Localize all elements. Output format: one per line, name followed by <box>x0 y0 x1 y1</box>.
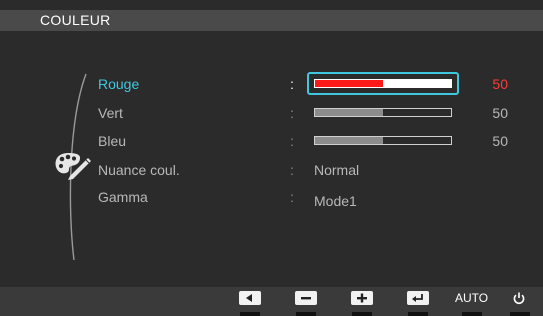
button-tick <box>510 312 530 316</box>
plus-icon <box>357 293 367 303</box>
minus-icon <box>301 297 311 300</box>
button-tick <box>352 312 372 316</box>
separator: : <box>290 105 294 121</box>
menu-item-label: Bleu <box>98 133 127 149</box>
green-level-slider[interactable] <box>314 108 452 117</box>
option-value: Normal <box>314 162 360 178</box>
auto-button[interactable]: AUTO <box>455 291 488 305</box>
separator: : <box>290 76 294 92</box>
separator: : <box>290 189 294 205</box>
menu-item-label: Vert <box>98 105 123 121</box>
plus-button[interactable] <box>351 291 373 305</box>
blue-level-slider[interactable] <box>314 136 452 145</box>
menu-item-label: Rouge <box>98 76 140 92</box>
slider-value: 50 <box>492 76 508 92</box>
option-value: Mode1 <box>314 193 357 209</box>
osd-window: COULEUR Rouge : 50 Vert : 50 Bleu : 50 N… <box>0 0 543 316</box>
page-title: COULEUR <box>40 12 111 28</box>
left-arrow-icon <box>246 294 252 302</box>
button-tick <box>462 312 482 316</box>
slider-fill <box>315 137 383 144</box>
slider-fill <box>315 80 383 87</box>
enter-button[interactable] <box>407 291 429 305</box>
separator: : <box>290 162 294 178</box>
power-icon[interactable] <box>512 291 526 305</box>
menu-item-nuance-coul[interactable]: Nuance coul. : Normal <box>0 159 543 181</box>
left-arrow-button[interactable] <box>239 291 261 305</box>
menu-item-gamma[interactable]: Gamma : Mode1 <box>0 186 543 209</box>
menu-item-label: Gamma <box>98 189 148 205</box>
button-tick <box>240 312 260 316</box>
enter-icon <box>412 294 423 302</box>
slider-value: 50 <box>492 133 508 149</box>
separator: : <box>290 133 294 149</box>
slider-fill <box>315 109 383 116</box>
slider-value: 50 <box>492 105 508 121</box>
button-tick <box>408 312 428 316</box>
menu-item-vert[interactable]: Vert : 50 <box>0 102 543 124</box>
menu-item-bleu[interactable]: Bleu : 50 <box>0 130 543 152</box>
button-tick <box>296 312 316 316</box>
minus-button[interactable] <box>295 291 317 305</box>
menu-item-label: Nuance coul. <box>98 162 180 178</box>
menu-item-rouge[interactable]: Rouge : 50 <box>0 72 543 95</box>
red-level-slider[interactable] <box>314 79 452 88</box>
